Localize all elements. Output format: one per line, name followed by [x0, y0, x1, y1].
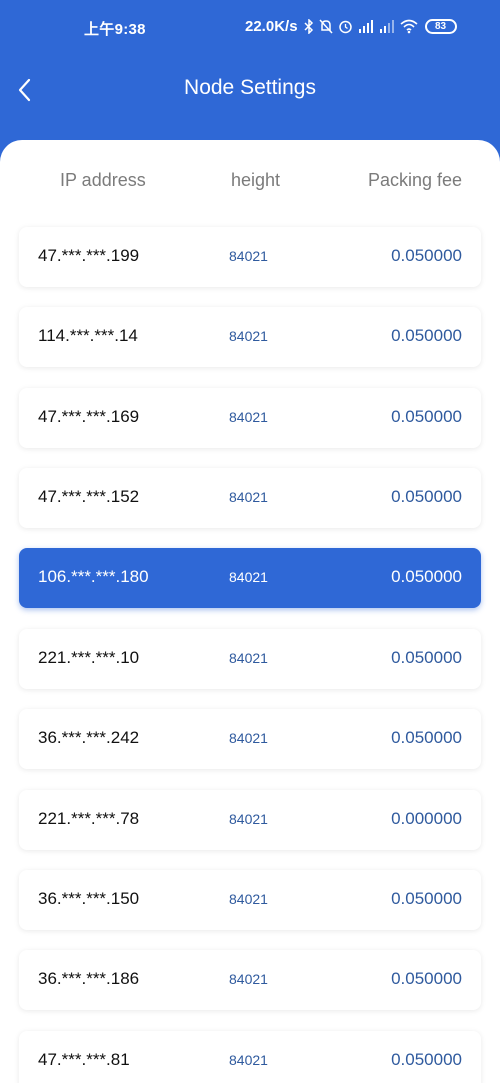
node-ip: 221.***.***.78 [38, 809, 140, 828]
node-fee: 0.050000 [391, 728, 462, 747]
node-ip: 106.***.***.180 [38, 567, 149, 586]
node-height: 84021 [229, 328, 268, 344]
network-speed: 22.0K/s [245, 18, 298, 35]
node-ip: 221.***.***.10 [38, 648, 140, 667]
hd-signal-icon [358, 20, 373, 33]
signal-icon [379, 20, 394, 33]
node-row[interactable]: 47.***.***.152 84021 0.050000 [19, 468, 481, 528]
node-fee: 0.050000 [391, 326, 462, 345]
status-bar: 上午9:38 22.0K/s 83 [0, 0, 500, 56]
node-row[interactable]: 114.***.***.14 84021 0.050000 [19, 307, 481, 367]
node-fee: 0.050000 [391, 1050, 462, 1069]
node-row[interactable]: 221.***.***.10 84021 0.050000 [19, 629, 481, 689]
status-icons: 83 [304, 19, 457, 34]
node-height: 84021 [229, 811, 268, 827]
node-fee: 0.050000 [391, 648, 462, 667]
node-row[interactable]: 47.***.***.169 84021 0.050000 [19, 388, 481, 448]
page-title: Node Settings [184, 76, 316, 99]
node-height: 84021 [229, 248, 268, 264]
node-row-selected[interactable]: 106.***.***.180 84021 0.050000 [19, 548, 481, 608]
node-row[interactable]: 47.***.***.199 84021 0.050000 [19, 227, 481, 287]
node-height: 84021 [229, 971, 268, 987]
node-fee: 0.050000 [391, 567, 462, 586]
node-ip: 47.***.***.81 [38, 1050, 130, 1069]
node-fee: 0.050000 [391, 969, 462, 988]
mute-bell-icon [318, 19, 333, 34]
node-fee: 0.050000 [391, 889, 462, 908]
node-height: 84021 [229, 1052, 268, 1068]
node-ip: 36.***.***.242 [38, 728, 140, 747]
node-fee: 0.050000 [391, 246, 462, 265]
alarm-icon [338, 20, 352, 34]
node-list-panel: IP address height Packing fee 47.***.***… [0, 140, 500, 1083]
node-row[interactable]: 36.***.***.150 84021 0.050000 [19, 870, 481, 930]
node-height: 84021 [229, 891, 268, 907]
node-height: 84021 [229, 489, 268, 505]
node-row[interactable]: 47.***.***.81 84021 0.050000 [19, 1031, 481, 1083]
node-ip: 114.***.***.14 [38, 326, 138, 345]
header-packing-fee: Packing fee [367, 170, 462, 190]
node-ip: 36.***.***.150 [38, 889, 140, 908]
node-ip: 47.***.***.152 [38, 487, 140, 506]
node-ip: 36.***.***.186 [38, 969, 140, 988]
nav-bar: Node Settings [0, 56, 500, 126]
node-row[interactable]: 36.***.***.242 84021 0.050000 [19, 709, 481, 769]
node-fee: 0.050000 [391, 407, 462, 426]
header-height: height [231, 170, 281, 190]
node-fee: 0.050000 [391, 487, 462, 506]
status-time: 上午9:38 [84, 21, 146, 38]
node-ip: 47.***.***.169 [38, 407, 140, 426]
node-height: 84021 [229, 409, 268, 425]
wifi-icon [400, 19, 418, 34]
battery-icon: 83 [424, 19, 457, 34]
node-height: 84021 [229, 569, 268, 585]
node-row[interactable]: 36.***.***.186 84021 0.050000 [19, 950, 481, 1010]
node-fee: 0.000000 [391, 809, 462, 828]
header-ip-address: IP address [60, 170, 146, 190]
node-row[interactable]: 221.***.***.78 84021 0.000000 [19, 790, 481, 850]
status-right: 22.0K/s 83 [245, 18, 457, 35]
node-height: 84021 [229, 650, 268, 666]
node-height: 84021 [229, 730, 268, 746]
bluetooth-icon [304, 19, 313, 34]
node-ip: 47.***.***.199 [38, 246, 140, 265]
